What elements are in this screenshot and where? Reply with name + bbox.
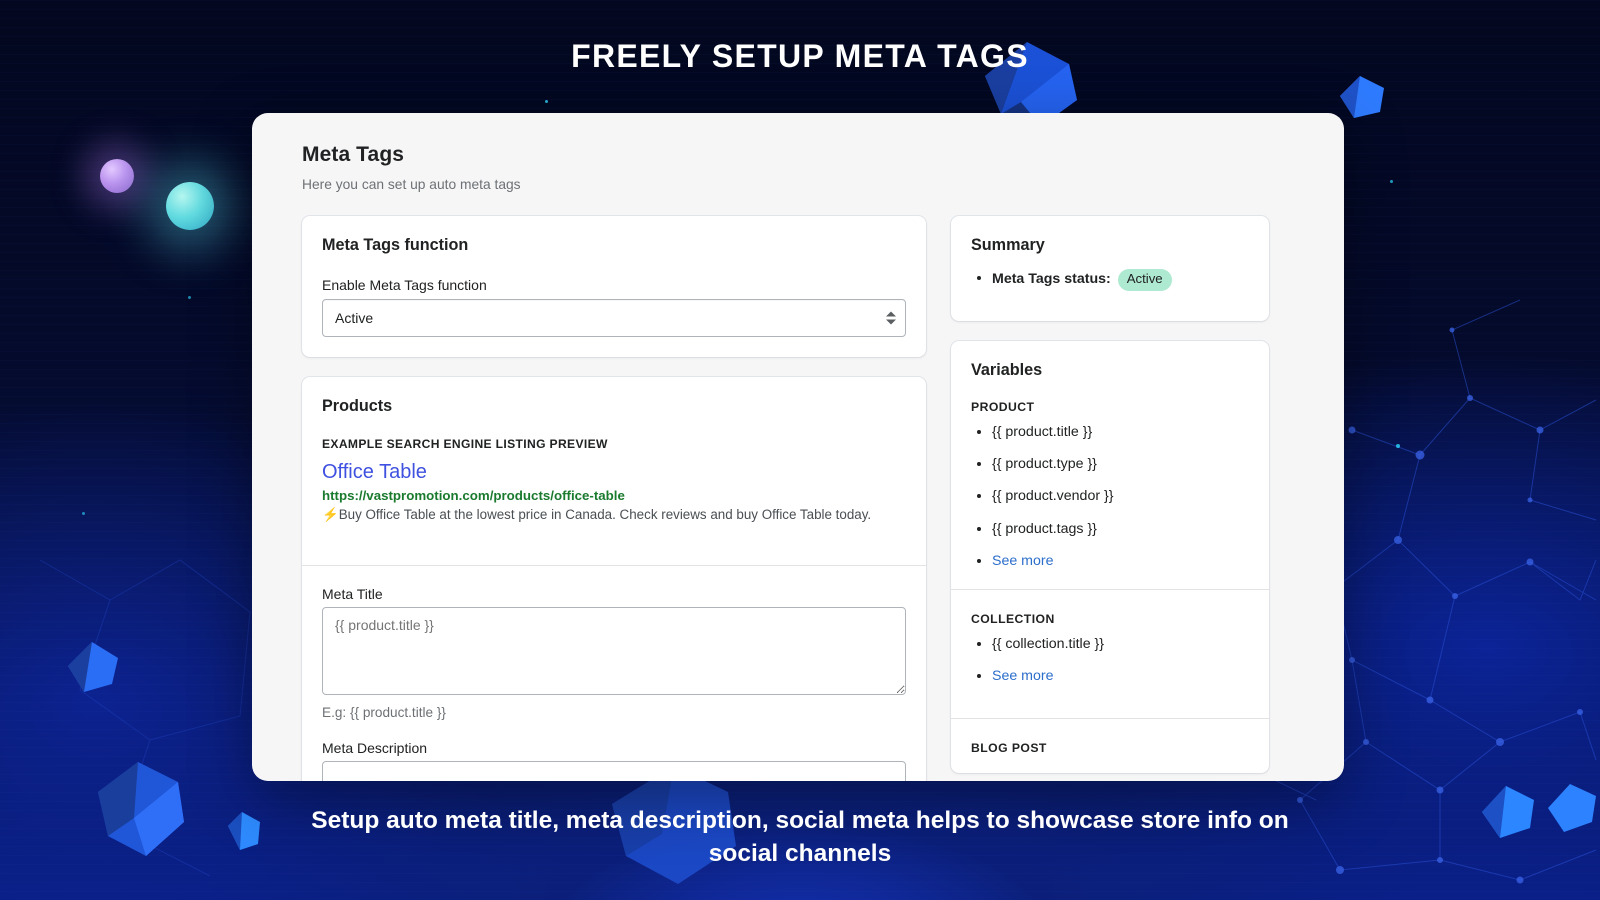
search-preview-title[interactable]: Office Table	[322, 460, 906, 484]
crystal-decoration-right	[1548, 784, 1600, 836]
enable-meta-tags-select-wrapper: Active	[322, 299, 906, 337]
meta-description-input[interactable]	[322, 761, 906, 781]
purple-planet-decoration	[100, 159, 134, 193]
spark-decoration	[82, 512, 85, 515]
crystal-decoration-left	[68, 642, 122, 694]
page-title: Meta Tags	[302, 143, 1294, 167]
search-preview-url[interactable]: https://vastpromotion.com/products/offic…	[322, 488, 906, 503]
list-item: See more	[971, 552, 1249, 570]
crystal-decoration-bottomright	[1482, 786, 1538, 842]
spark-decoration	[188, 296, 191, 299]
meta-title-label: Meta Title	[322, 586, 906, 602]
search-preview-description: ⚡Buy Office Table at the lowest price in…	[322, 506, 906, 524]
promo-caption: Setup auto meta title, meta description,…	[300, 805, 1300, 870]
products-card: Products EXAMPLE SEARCH ENGINE LISTING P…	[302, 377, 926, 781]
enable-meta-tags-select[interactable]: Active	[322, 299, 906, 337]
search-preview-heading: EXAMPLE SEARCH ENGINE LISTING PREVIEW	[322, 437, 906, 451]
variables-list-product: {{ product.title }} {{ product.type }} {…	[971, 423, 1249, 571]
variables-group-heading-blogpost: BLOG POST	[971, 741, 1249, 755]
main-column: Meta Tags function Enable Meta Tags func…	[302, 216, 926, 781]
variables-title: Variables	[971, 361, 1249, 380]
variables-group-heading-collection: COLLECTION	[971, 612, 1249, 626]
promo-headline: FREELY SETUP META TAGS	[0, 38, 1600, 75]
list-item: Meta Tags status: Active	[971, 269, 1249, 291]
bolt-icon: ⚡	[322, 507, 339, 522]
status-badge: Active	[1118, 269, 1172, 291]
app-window: Meta Tags Here you can set up auto meta …	[252, 113, 1344, 781]
meta-tags-function-card: Meta Tags function Enable Meta Tags func…	[302, 216, 926, 357]
page-subtitle: Here you can set up auto meta tags	[302, 177, 1294, 192]
enable-meta-tags-label: Enable Meta Tags function	[322, 277, 906, 293]
spark-decoration	[1396, 444, 1400, 448]
see-more-link-collection[interactable]: See more	[992, 668, 1054, 684]
variables-group-heading-product: PRODUCT	[971, 400, 1249, 414]
cyan-planet-decoration	[166, 182, 214, 230]
chevron-updown-icon[interactable]	[886, 312, 896, 325]
meta-description-label: Meta Description	[322, 740, 906, 756]
variables-list-collection: {{ collection.title }} See more	[971, 635, 1249, 686]
list-item: See more	[971, 667, 1249, 685]
meta-tags-status-label: Meta Tags status:	[992, 271, 1111, 287]
crystal-decoration-bottomleft-small	[228, 812, 262, 852]
summary-list: Meta Tags status: Active	[971, 269, 1249, 291]
search-preview-description-text: Buy Office Table at the lowest price in …	[339, 507, 871, 522]
summary-title: Summary	[971, 236, 1249, 255]
meta-title-input[interactable]	[322, 607, 906, 695]
meta-tags-function-title: Meta Tags function	[322, 236, 906, 255]
promo-scene: FREELY SETUP META TAGS Meta Tags Here yo…	[0, 0, 1600, 900]
list-item: {{ product.title }}	[971, 423, 1249, 441]
list-item: {{ product.tags }}	[971, 520, 1249, 538]
spark-decoration	[545, 100, 548, 103]
list-item: {{ collection.title }}	[971, 635, 1249, 653]
crystal-decoration-topright	[1340, 76, 1386, 120]
enable-meta-tags-select-value: Active	[335, 310, 373, 326]
crystal-decoration-bottomleft	[98, 762, 186, 858]
list-item: {{ product.vendor }}	[971, 487, 1249, 505]
spark-decoration	[1390, 180, 1393, 183]
meta-title-help: E.g: {{ product.title }}	[322, 705, 906, 720]
side-column: Summary Meta Tags status: Active	[951, 216, 1269, 781]
products-title: Products	[322, 397, 906, 416]
variables-card: Variables PRODUCT {{ product.title }} {{…	[951, 341, 1269, 773]
summary-card: Summary Meta Tags status: Active	[951, 216, 1269, 321]
list-item: {{ product.type }}	[971, 455, 1249, 473]
content-columns: Meta Tags function Enable Meta Tags func…	[302, 216, 1294, 781]
see-more-link-product[interactable]: See more	[992, 553, 1054, 569]
